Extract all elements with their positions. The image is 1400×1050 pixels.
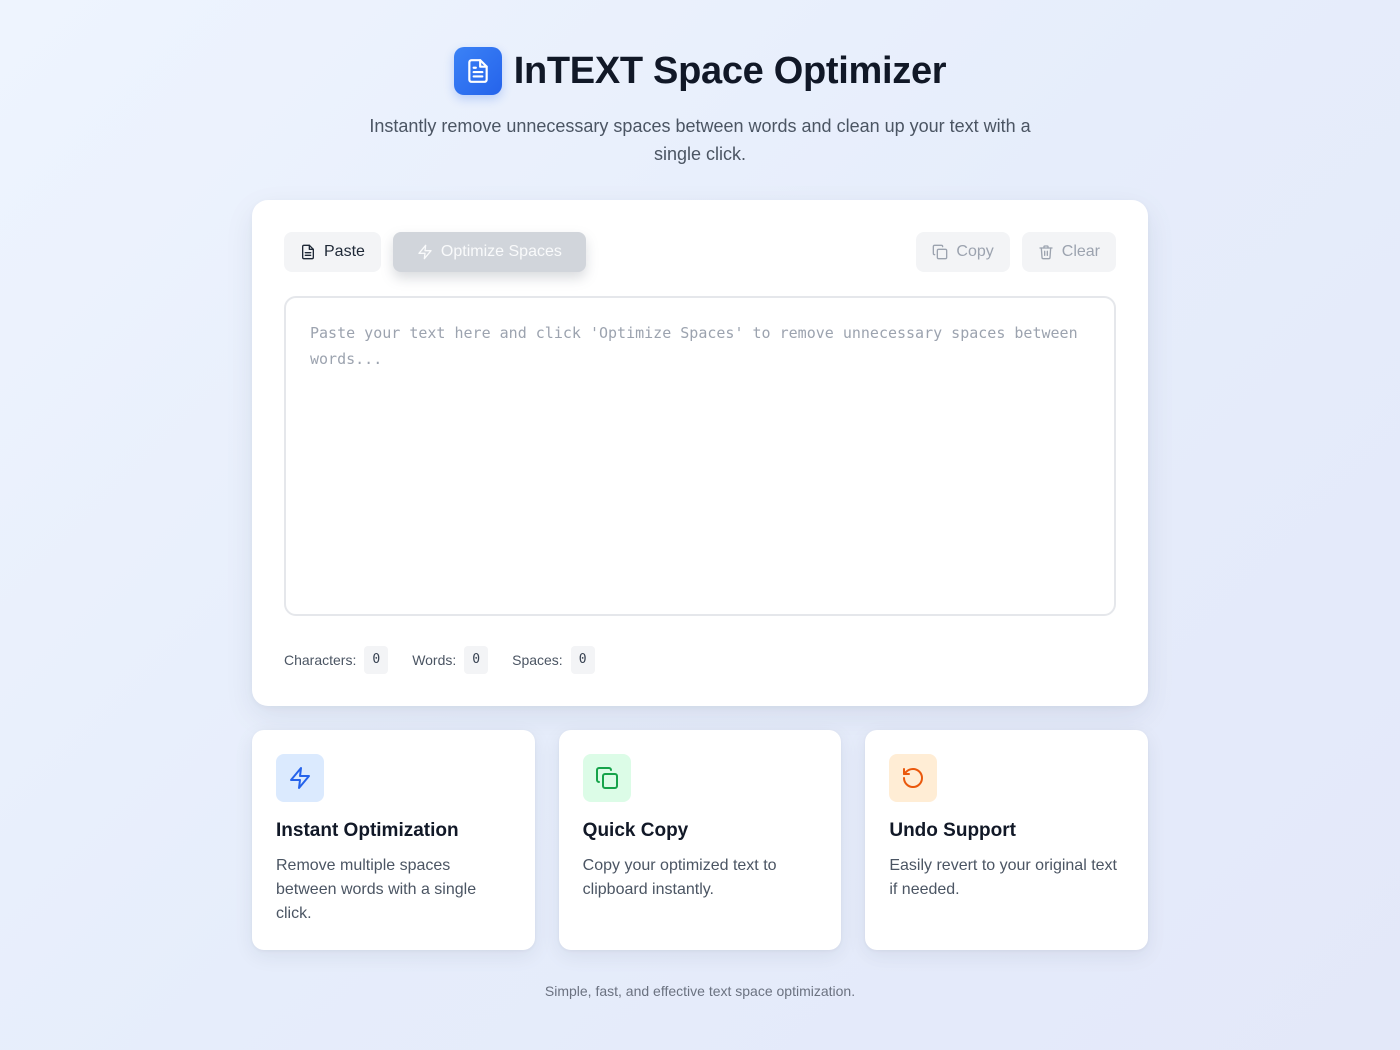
footer-tagline: Simple, fast, and effective text space o… [544,983,856,999]
copy-icon [582,754,631,802]
toolbar: Paste Optimize Spaces Copy Clear [284,232,1116,272]
title-row: InTEXT Space Optimizer [453,47,947,95]
words-label: Words: [412,652,457,668]
copy-icon [932,244,948,260]
stat-spaces: Spaces: 0 [512,646,595,674]
lightning-icon [276,754,324,802]
text-input-area[interactable] [284,296,1116,616]
editor-card: Paste Optimize Spaces Copy Clear Paste y… [252,200,1148,706]
feature-title: Instant Optimization [276,820,459,841]
text-stats: Characters: 0 Words: 0 Spaces: 0 [284,646,595,674]
feature-description: Copy your optimized text to clipboard in… [582,857,777,898]
characters-count: 0 [364,646,389,674]
characters-label: Characters: [284,652,357,668]
clipboard-icon [300,244,316,260]
words-count: 0 [464,646,489,674]
feature-title: Undo Support [889,820,1016,841]
optimize-button-label: Optimize Spaces [440,243,562,260]
stat-characters: Characters: 0 [284,646,389,674]
feature-card-instant-optimization: Instant Optimization Remove multiple spa… [252,730,535,950]
document-icon [453,47,502,95]
clear-button-label: Clear [1061,243,1100,260]
feature-card-undo-support: Undo Support Easily revert to your origi… [865,730,1149,950]
feature-description: Easily revert to your original text if n… [889,857,1117,898]
undo-icon [889,754,938,802]
toolbar-left: Paste Optimize Spaces [284,232,586,272]
paste-button[interactable]: Paste [284,232,381,272]
feature-card-quick-copy: Quick Copy Copy your optimized text to c… [558,730,842,950]
stat-words: Words: 0 [412,646,489,674]
feature-description: Remove multiple spaces between words wit… [276,857,477,922]
lightning-icon [417,244,433,260]
spaces-count: 0 [570,646,595,674]
page-title: InTEXT Space Optimizer [513,49,947,92]
copy-button-label: Copy [956,243,994,260]
spaces-label: Spaces: [512,652,563,668]
clear-button[interactable]: Clear [1021,232,1116,272]
page-header: InTEXT Space Optimizer Instantly remove … [0,47,1400,168]
paste-button-label: Paste [324,243,365,260]
copy-button[interactable]: Copy [916,232,1010,272]
trash-icon [1038,244,1054,260]
feature-title: Quick Copy [582,820,689,841]
toolbar-right: Copy Clear [916,232,1116,272]
features-grid: Instant Optimization Remove multiple spa… [252,730,1149,950]
optimize-spaces-button[interactable]: Optimize Spaces [392,232,586,272]
page-subtitle: Instantly remove unnecessary spaces betw… [369,116,1031,164]
